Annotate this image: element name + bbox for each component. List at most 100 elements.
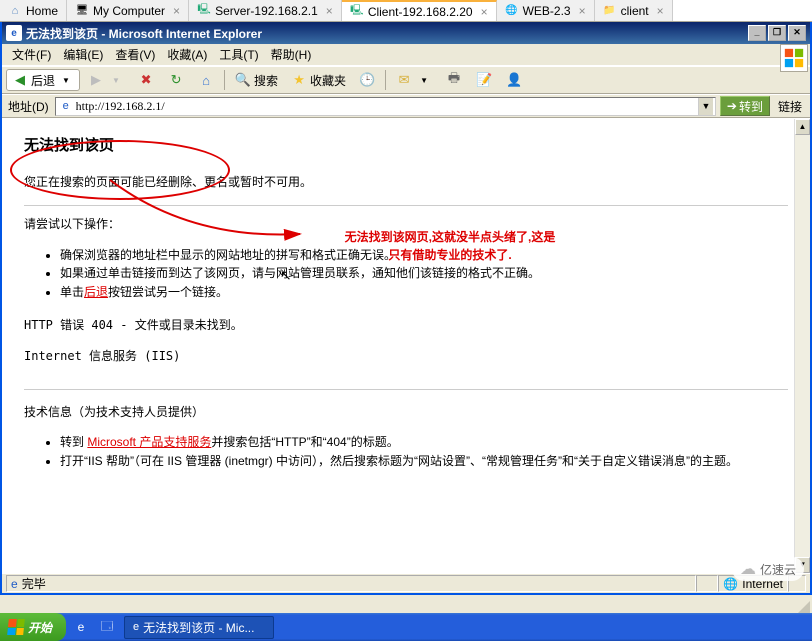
back-arrow-icon: ◀ — [11, 71, 29, 89]
vm-tab-home[interactable]: Home — [0, 0, 67, 21]
page-icon: e — [58, 98, 74, 114]
menu-file[interactable]: 文件(F) — [6, 44, 57, 65]
quicklaunch-desktop[interactable]: 🗔 — [96, 616, 118, 638]
window-title: 无法找到该页 - Microsoft Internet Explorer — [26, 25, 262, 42]
chevron-down-icon[interactable]: ▼ — [698, 98, 713, 115]
tab-label: Client-192.168.2.20 — [368, 5, 473, 19]
star-icon: ★ — [290, 71, 308, 89]
messenger-button[interactable]: 👤 — [500, 69, 528, 91]
history-icon: 🕒 — [358, 71, 376, 89]
tab-label: My Computer — [93, 4, 165, 18]
links-toolbar[interactable]: 链接 — [774, 98, 806, 115]
forward-arrow-icon: ▶ — [87, 71, 105, 89]
iis-label: Internet 信息服务 (IIS) — [24, 348, 788, 365]
server-icon — [197, 4, 211, 18]
menu-help[interactable]: 帮助(H) — [265, 44, 318, 65]
status-text: 完毕 — [22, 575, 46, 592]
vm-tab-client220[interactable]: Client-192.168.2.20 × — [342, 0, 497, 21]
separator — [224, 70, 225, 90]
refresh-icon: ↻ — [167, 71, 185, 89]
start-button[interactable]: 开始 — [0, 613, 66, 641]
go-arrow-icon: ➔ — [727, 99, 737, 113]
tab-label: Server-192.168.2.1 — [215, 4, 318, 18]
search-button[interactable]: 🔍搜索 — [229, 69, 283, 91]
menu-edit[interactable]: 编辑(E) — [57, 44, 109, 65]
error-intro: 您正在搜索的页面可能已经删除、更名或暂时不可用。 — [24, 174, 788, 191]
tech-item: 打开“IIS 帮助”（可在 IIS 管理器 (inetmgr) 中访问），然后搜… — [60, 453, 788, 470]
ie-done-icon: e — [11, 577, 18, 591]
cursor-icon: ↖ — [280, 267, 292, 284]
stop-button[interactable]: ✖ — [132, 69, 160, 91]
cloud-icon: ☁ — [740, 559, 756, 579]
vm-tab-mycomputer[interactable]: My Computer × — [67, 0, 189, 21]
tech-item: 转到 Microsoft 产品支持服务并搜索包括“HTTP”和“404”的标题。 — [60, 434, 788, 451]
close-icon[interactable]: × — [657, 4, 664, 18]
favorites-button[interactable]: ★收藏夹 — [285, 69, 351, 91]
forward-button[interactable]: ▶▼ — [82, 69, 130, 91]
close-icon[interactable]: × — [173, 4, 180, 18]
close-icon[interactable]: × — [579, 4, 586, 18]
chevron-down-icon: ▼ — [107, 71, 125, 89]
tab-label: WEB-2.3 — [523, 4, 571, 18]
vm-tab-server[interactable]: Server-192.168.2.1 × — [189, 0, 342, 21]
suggestion-item: 如果通过单击链接而到达了该网页，请与网站管理员联系，通知他们该链接的格式不正确。 — [60, 265, 788, 282]
print-icon: 🖶 — [445, 71, 463, 89]
annotation-text: 无法找到该网页,这就没半点头绪了,这是只有借助专业的技术了. — [300, 228, 600, 264]
home-icon: ⌂ — [197, 71, 215, 89]
start-label: 开始 — [28, 619, 52, 636]
title-bar[interactable]: e 无法找到该页 - Microsoft Internet Explorer _… — [2, 22, 810, 44]
address-input[interactable] — [76, 99, 698, 114]
address-label: 地址(D) — [6, 98, 51, 115]
close-button[interactable]: ✕ — [788, 25, 806, 41]
scroll-up-button[interactable]: ▲ — [795, 119, 810, 135]
back-link[interactable]: 后退 — [84, 285, 108, 299]
messenger-icon: 👤 — [505, 71, 523, 89]
home-button[interactable]: ⌂ — [192, 69, 220, 91]
go-button[interactable]: ➔转到 — [720, 96, 770, 116]
back-button[interactable]: ◀ 后退 ▼ — [6, 69, 80, 91]
taskbar-item-label: 无法找到该页 - Mic... — [143, 619, 254, 636]
close-icon[interactable]: × — [481, 5, 488, 19]
vm-tab-bar: Home My Computer × Server-192.168.2.1 × Cl… — [0, 0, 812, 22]
search-label: 搜索 — [254, 72, 278, 89]
mail-icon: ✉ — [395, 71, 413, 89]
minimize-button[interactable]: _ — [748, 25, 766, 41]
favorites-label: 收藏夹 — [310, 72, 346, 89]
print-button[interactable]: 🖶 — [440, 69, 468, 91]
close-icon[interactable]: × — [326, 4, 333, 18]
error-page: 无法找到该页 您正在搜索的页面可能已经删除、更名或暂时不可用。 请尝试以下操作：… — [2, 119, 810, 502]
history-button[interactable]: 🕒 — [353, 69, 381, 91]
menu-tools[interactable]: 工具(T) — [213, 44, 264, 65]
chevron-down-icon: ▼ — [415, 71, 433, 89]
edit-button[interactable]: 📝 — [470, 69, 498, 91]
ie-page-icon: e — [133, 621, 139, 633]
mail-button[interactable]: ✉▼ — [390, 69, 438, 91]
http-error-code: HTTP 错误 404 - 文件或目录未找到。 — [24, 317, 788, 334]
vm-tab-web23[interactable]: WEB-2.3 × — [497, 0, 595, 21]
menu-bar: 文件(F) 编辑(E) 查看(V) 收藏(A) 工具(T) 帮助(H) — [2, 44, 810, 66]
ie-window: e 无法找到该页 - Microsoft Internet Explorer _… — [0, 22, 812, 595]
toolbar: ◀ 后退 ▼ ▶▼ ✖ ↻ ⌂ 🔍搜索 ★收藏夹 🕒 ✉▼ 🖶 📝 👤 — [2, 66, 810, 94]
server-icon — [350, 5, 364, 19]
go-label: 转到 — [739, 98, 763, 115]
vm-tab-client[interactable]: client × — [595, 0, 673, 21]
edit-icon: 📝 — [475, 71, 493, 89]
watermark: ☁亿速云 — [732, 557, 804, 581]
home-icon — [8, 4, 22, 18]
quicklaunch-ie[interactable]: e — [70, 616, 92, 638]
ie-logo — [780, 44, 808, 72]
address-bar: 地址(D) e ▼ ➔转到 链接 — [2, 94, 810, 118]
menu-view[interactable]: 查看(V) — [109, 44, 161, 65]
address-combo[interactable]: e ▼ — [55, 97, 716, 116]
refresh-button[interactable]: ↻ — [162, 69, 190, 91]
status-bar: e 完毕 🌐 Internet — [2, 573, 810, 593]
ms-support-link[interactable]: Microsoft 产品支持服务 — [87, 435, 211, 449]
content-area: 无法找到该页 您正在搜索的页面可能已经删除、更名或暂时不可用。 请尝试以下操作：… — [2, 118, 810, 573]
tab-label: client — [621, 4, 649, 18]
menu-favorites[interactable]: 收藏(A) — [161, 44, 213, 65]
resize-grip — [796, 599, 810, 613]
chevron-down-icon: ▼ — [57, 71, 75, 89]
taskbar-item-ie[interactable]: e 无法找到该页 - Mic... — [124, 616, 274, 639]
restore-button[interactable]: ❐ — [768, 25, 786, 41]
vertical-scrollbar[interactable]: ▲ ▼ — [794, 119, 810, 573]
